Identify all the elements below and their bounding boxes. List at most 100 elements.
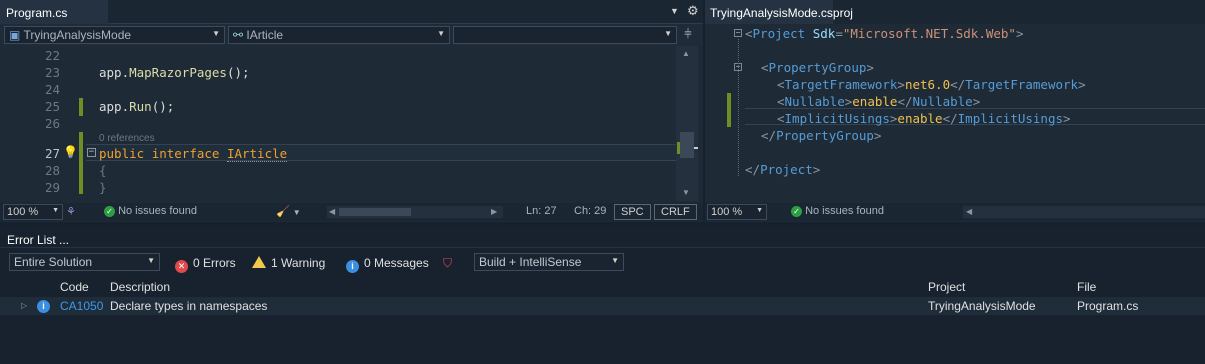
warnings-filter-button[interactable]: 1 Warning xyxy=(252,256,325,270)
line-number: 24 xyxy=(44,82,60,97)
code-line: public interface IArticle xyxy=(99,146,288,162)
xml-editor[interactable]: − − <Project Sdk="Microsoft.NET.Sdk.Web"… xyxy=(705,24,1205,203)
error-list-title[interactable]: Error List ... xyxy=(7,233,69,247)
code-punct: (); xyxy=(226,65,250,80)
error-list-header: Code Description Project File xyxy=(0,279,1205,296)
hscroll-thumb[interactable] xyxy=(339,208,411,216)
lightbulb-icon[interactable]: 💡 xyxy=(63,145,78,159)
xml-attr: Sdk xyxy=(812,26,836,41)
code-editor[interactable]: 22 23 app.MapRazorPages(); 24 25 app.Run… xyxy=(0,46,676,201)
zoom-value: 100 % xyxy=(711,206,743,218)
xml-tag: ImplicitUsings xyxy=(957,111,1063,126)
navigation-bar: ▣ TryingAnalysisMode ▼ ⚯ IArticle ▼ ▼ xyxy=(0,24,703,46)
right-editor-pane: TryingAnalysisMode.csproj − − <Project S… xyxy=(705,0,1205,222)
project-combo-value: TryingAnalysisMode xyxy=(23,28,132,42)
messages-filter-button[interactable]: i 0 Messages xyxy=(346,256,429,273)
xml-line: </PropertyGroup> xyxy=(761,128,882,143)
chevron-down-icon: ▼ xyxy=(756,207,763,214)
issues-indicator[interactable]: ✓ No issues found xyxy=(791,205,884,217)
error-file: Program.cs xyxy=(1077,299,1139,313)
errors-filter-button[interactable]: ✕ 0 Errors xyxy=(175,256,236,273)
chevron-down-icon: ▼ xyxy=(664,29,672,38)
expand-icon[interactable]: ▷ xyxy=(21,301,27,310)
scroll-left-icon[interactable]: ◀ xyxy=(329,207,335,216)
info-icon: i xyxy=(346,260,359,273)
gear-icon[interactable]: ⚙ xyxy=(687,3,699,19)
horizontal-scrollbar[interactable]: ◀ xyxy=(963,206,1205,218)
scope-combo[interactable]: Entire Solution ▼ xyxy=(9,253,160,271)
scroll-thumb[interactable] xyxy=(680,132,694,158)
collapse-icon[interactable]: − xyxy=(734,29,742,37)
whitespace-indicator[interactable]: SPC xyxy=(614,204,651,220)
error-description: Declare types in namespaces xyxy=(110,299,268,313)
line-ending-indicator[interactable]: CRLF xyxy=(654,204,697,220)
xml-tag: TargetFramework xyxy=(784,77,898,92)
right-tab-strip: TryingAnalysisMode.csproj xyxy=(705,0,1205,24)
error-list-panel: Error List ... Entire Solution ▼ ✕ 0 Erro… xyxy=(0,227,1205,364)
column-header-description[interactable]: Description xyxy=(110,280,170,294)
change-marker xyxy=(79,98,83,116)
zoom-combo[interactable]: 100 % ▼ xyxy=(707,204,767,220)
copilot-icon[interactable]: ⚘ xyxy=(66,205,76,218)
member-combo[interactable]: ▼ xyxy=(453,26,677,44)
collapse-icon[interactable]: − xyxy=(87,148,96,157)
xml-tag: Project xyxy=(760,162,813,177)
code-punct: (); xyxy=(151,99,175,114)
column-header-project[interactable]: Project xyxy=(928,280,965,294)
code-line: app.Run(); xyxy=(99,99,175,114)
issues-text: No issues found xyxy=(805,205,884,217)
ide-window: Program.cs ▼ ⚙ ▣ TryingAnalysisMode ▼ ⚯ … xyxy=(0,0,1205,364)
zoom-combo[interactable]: 100 % ▼ xyxy=(3,204,63,220)
code-line: } xyxy=(99,180,107,195)
xml-value: enable xyxy=(897,111,943,126)
code-identifier: app xyxy=(99,65,122,80)
chevron-down-icon: ▼ xyxy=(212,29,220,38)
tab-csproj[interactable]: TryingAnalysisMode.csproj xyxy=(705,0,853,24)
vertical-scrollbar[interactable]: ▲ ▼ xyxy=(676,46,698,201)
errors-count: 0 Errors xyxy=(193,256,236,270)
column-header-file[interactable]: File xyxy=(1077,280,1096,294)
check-icon: ✓ xyxy=(791,206,802,217)
chevron-down-icon: ▼ xyxy=(52,207,59,214)
split-editor-icon[interactable]: ⫩ xyxy=(680,26,696,44)
horizontal-scrollbar[interactable]: ◀ ▶ xyxy=(327,206,503,218)
fold-guide xyxy=(738,39,739,176)
xml-tag: Nullable xyxy=(912,94,973,109)
tab-label: Program.cs xyxy=(6,6,68,20)
tab-list-dropdown-icon[interactable]: ▼ xyxy=(670,6,679,16)
scroll-down-icon[interactable]: ▼ xyxy=(682,188,690,197)
tab-program-cs[interactable]: Program.cs xyxy=(0,0,108,24)
line-number: 27 xyxy=(44,146,60,161)
column-indicator[interactable]: Ch: 29 xyxy=(574,205,606,217)
error-code-link[interactable]: CA1050 xyxy=(60,299,103,313)
chevron-down-icon: ▼ xyxy=(147,256,155,265)
column-header-code[interactable]: Code xyxy=(60,280,89,294)
error-project: TryingAnalysisMode xyxy=(928,299,1036,313)
scope-value: Entire Solution xyxy=(14,255,93,269)
filter-icon[interactable]: ⛉ xyxy=(443,256,452,271)
xml-attr-value: "Microsoft.NET.Sdk.Web" xyxy=(842,26,1016,41)
scroll-up-icon[interactable]: ▲ xyxy=(682,49,690,58)
scroll-right-icon[interactable]: ▶ xyxy=(491,207,497,216)
issues-text: No issues found xyxy=(118,205,197,217)
line-number: 22 xyxy=(44,48,60,63)
project-combo[interactable]: ▣ TryingAnalysisMode ▼ xyxy=(4,26,225,44)
left-editor-pane: Program.cs ▼ ⚙ ▣ TryingAnalysisMode ▼ ⚯ … xyxy=(0,0,703,222)
code-cleanup-icon[interactable]: 🧹 ▼ xyxy=(276,205,301,218)
xml-line: <PropertyGroup> xyxy=(761,60,874,75)
scroll-left-icon[interactable]: ◀ xyxy=(966,207,972,216)
change-marker xyxy=(727,93,731,127)
error-icon: ✕ xyxy=(175,260,188,273)
line-indicator[interactable]: Ln: 27 xyxy=(526,205,557,217)
scroll-caret-marker xyxy=(694,147,698,149)
messages-count: 0 Messages xyxy=(364,256,429,270)
codelens-references[interactable]: 0 references xyxy=(99,133,155,144)
table-row[interactable]: ▷ i CA1050 Declare types in namespaces T… xyxy=(0,297,1205,315)
issues-indicator[interactable]: ✓ No issues found xyxy=(104,205,197,217)
build-filter-combo[interactable]: Build + IntelliSense ▼ xyxy=(474,253,624,271)
type-combo[interactable]: ⚯ IArticle ▼ xyxy=(228,26,450,44)
xml-value: net6.0 xyxy=(904,77,951,92)
xml-line: <TargetFramework>net6.0</TargetFramework… xyxy=(777,77,1086,92)
change-marker xyxy=(79,132,83,194)
code-line: app.MapRazorPages(); xyxy=(99,65,250,80)
